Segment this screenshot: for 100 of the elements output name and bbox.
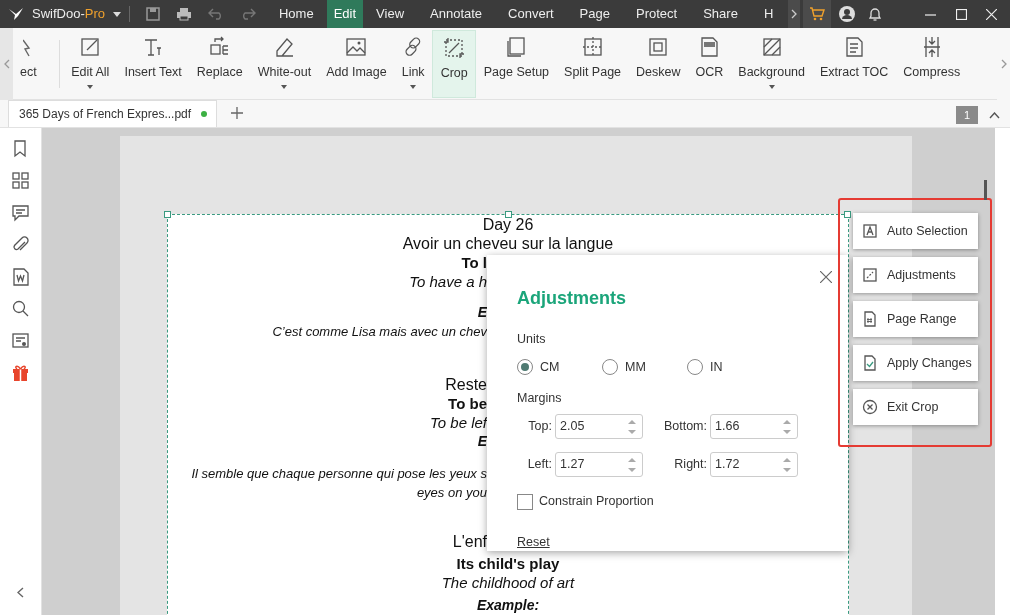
toolbar-button[interactable]: Deskew	[628, 29, 688, 98]
toolbar-button[interactable]: Page Setup	[476, 29, 557, 98]
crop-handle[interactable]	[164, 211, 171, 218]
comment-icon[interactable]	[11, 203, 30, 222]
document-text: Il semble que chaque personne qui pose les yeux s	[190, 464, 487, 483]
toolbar-button[interactable]: Edit All	[63, 29, 117, 98]
toolbar-button[interactable]: Extract TOC	[812, 29, 896, 98]
number-field[interactable]: 1.27	[555, 452, 643, 478]
chevron-right-icon[interactable]	[1000, 58, 1007, 69]
toolbar-button[interactable]: White-out	[250, 29, 319, 98]
document-text: Its child's play	[455, 553, 561, 573]
chevron-right-icon[interactable]	[791, 9, 798, 19]
deskew-icon	[647, 35, 670, 58]
number-field[interactable]: 2.05	[555, 414, 643, 440]
toolbar-button[interactable]: Add Image	[318, 29, 395, 98]
maximize-icon[interactable]	[956, 8, 968, 20]
toolbar-button[interactable]: Insert Text	[116, 29, 190, 98]
pages-icon	[505, 35, 528, 58]
toolbar-button[interactable]: Link	[394, 29, 433, 98]
crop-tool-button[interactable]: Apply Changes	[853, 345, 978, 381]
document-text: The childhood of art	[440, 572, 576, 592]
status-dot-icon	[201, 111, 208, 117]
field-label: Bottom:	[662, 418, 707, 436]
chevron-left-icon[interactable]	[17, 587, 24, 598]
bell-icon[interactable]	[868, 6, 883, 22]
document-text: To be lef	[429, 412, 487, 432]
tool-label[interactable]: ect	[20, 62, 37, 82]
document-text: C’est comme Lisa mais avec un chev	[271, 322, 487, 341]
document-tab[interactable]: 365 Days of French Expres...pdf	[8, 100, 218, 127]
redo-icon[interactable]	[240, 8, 256, 20]
radio-label[interactable]: IN	[710, 357, 723, 377]
crop-tool-button[interactable]: Exit Crop	[853, 389, 978, 425]
number-field[interactable]: 1.72	[710, 452, 798, 478]
radio-label[interactable]: MM	[625, 357, 646, 377]
field-label: Right:	[673, 456, 707, 474]
user-avatar-icon[interactable]	[839, 6, 856, 22]
menu-tab[interactable]: Share	[690, 0, 751, 28]
crop-handle[interactable]	[505, 211, 512, 218]
document-list-icon	[843, 35, 866, 58]
toolbar-button[interactable]: OCR	[688, 29, 731, 98]
page-number-badge: 1	[955, 105, 978, 124]
menu-tab[interactable]: Protect	[623, 0, 691, 28]
print-icon[interactable]	[176, 7, 192, 21]
menu-tab[interactable]: Edit	[326, 0, 364, 28]
checkbox[interactable]	[517, 493, 533, 510]
field-label: Top:	[527, 418, 552, 436]
corner-box-icon	[862, 223, 878, 239]
margins-label: Margins	[517, 389, 563, 407]
app-name: SwifDoo-Pro	[32, 5, 105, 24]
toolbar-button[interactable]: Replace	[189, 29, 251, 98]
toolbar-button[interactable]: Split Page	[556, 29, 629, 98]
crop-tool-button[interactable]: Auto Selection	[853, 213, 978, 249]
radio-label[interactable]: CM	[540, 357, 560, 377]
undo-icon[interactable]	[208, 8, 224, 20]
document-text: E	[476, 431, 487, 451]
image-icon	[345, 35, 368, 58]
field-label: Left:	[526, 456, 552, 474]
close-icon[interactable]	[820, 271, 832, 283]
scan-document-icon	[698, 35, 721, 58]
reset-link[interactable]: Reset	[517, 535, 550, 549]
document-text: Reste	[444, 374, 487, 394]
checkbox-label[interactable]: Constrain Proportion	[539, 492, 654, 511]
menu-tab[interactable]: Page	[566, 0, 623, 28]
menu-tab[interactable]: Convert	[495, 0, 567, 28]
caret-icon[interactable]	[113, 11, 121, 17]
gift-icon[interactable]	[11, 363, 30, 382]
save-icon[interactable]	[146, 7, 160, 21]
hatched-square-icon	[760, 35, 783, 58]
scrollbar-thumb[interactable]	[984, 180, 987, 200]
menu-tab[interactable]: H	[750, 0, 787, 28]
document-text: To have a h	[408, 272, 487, 291]
document-text: E	[476, 302, 487, 322]
document-check-icon	[862, 355, 878, 371]
document-text: To be	[447, 393, 487, 413]
collapse-icon[interactable]	[989, 112, 1000, 119]
document-text: Avoir un cheveu sur la langue	[401, 234, 615, 253]
crop-handle[interactable]	[844, 211, 851, 218]
document-text: Day 26	[481, 215, 535, 234]
toolbar-button[interactable]: Background	[730, 29, 813, 98]
add-tab-icon[interactable]	[231, 107, 244, 119]
close-circle-icon	[862, 399, 878, 415]
document-text: To l	[460, 253, 487, 272]
word-document-icon[interactable]	[11, 267, 30, 286]
menu-tab[interactable]: Annotate	[417, 0, 496, 28]
crop-icon	[443, 36, 466, 59]
replace-icon	[208, 35, 231, 58]
number-field[interactable]: 1.66	[710, 414, 798, 440]
thumbnails-icon[interactable]	[11, 171, 30, 190]
units-label: Units	[517, 331, 547, 348]
search-icon[interactable]	[11, 299, 30, 318]
menu-tab[interactable]: Home	[279, 0, 327, 28]
cart-icon[interactable]	[809, 7, 826, 21]
document-icon	[862, 311, 878, 327]
menu-tab[interactable]: View	[363, 0, 418, 28]
crop-tool-button[interactable]: Adjustments	[853, 257, 978, 293]
form-icon[interactable]	[11, 331, 30, 350]
crop-tool-button[interactable]: Page Range	[853, 301, 978, 337]
toolbar-button[interactable]: Crop	[432, 29, 477, 98]
toolbar-button[interactable]: Compress	[895, 29, 968, 98]
corner-box-icon	[862, 267, 878, 283]
